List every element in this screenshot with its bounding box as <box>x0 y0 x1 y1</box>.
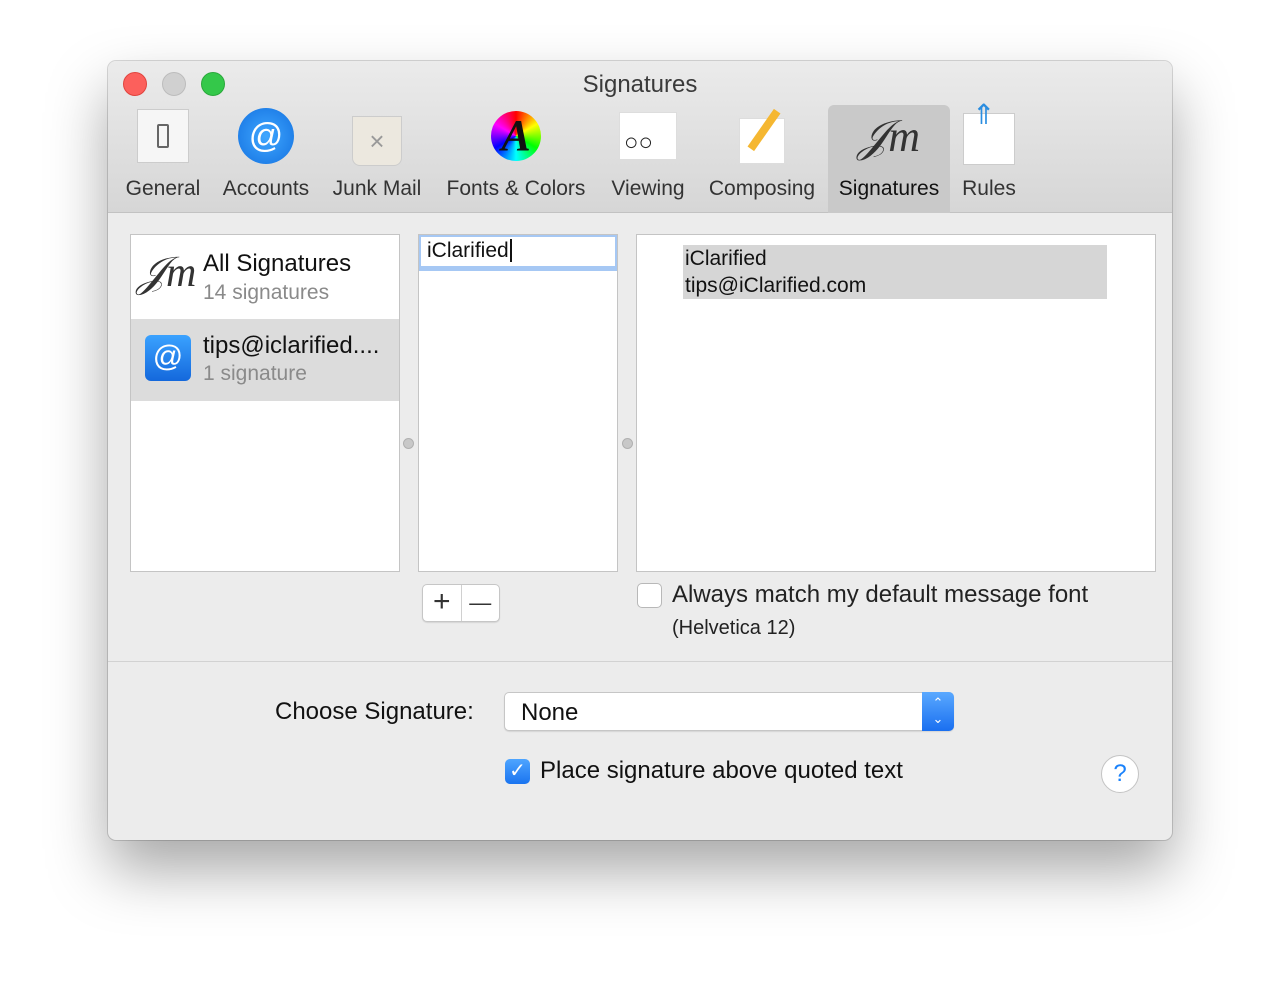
list-item-all-signatures[interactable]: 𝒥m All Signatures 14 signatures <box>131 235 399 319</box>
divider <box>108 661 1172 662</box>
signature-line: iClarified <box>685 247 767 270</box>
tab-accounts[interactable]: @ Accounts <box>216 105 316 213</box>
pencil-icon <box>739 108 785 164</box>
rules-icon: ⇑ <box>963 99 1015 165</box>
glasses-icon: ○○ <box>619 112 677 160</box>
item-title: tips@iclarified.... <box>203 332 380 359</box>
signature-name-input[interactable]: iClarified <box>419 235 617 271</box>
tab-signatures[interactable]: 𝒥m Signatures <box>828 105 950 213</box>
signature-icon: 𝒥m <box>137 250 197 296</box>
at-icon: @ <box>238 108 294 164</box>
help-button[interactable]: ? <box>1101 755 1139 793</box>
tab-label: General <box>125 177 201 200</box>
signature-text: iClarified tips@iClarified.com <box>683 245 1107 299</box>
add-signature-button[interactable]: + <box>423 585 462 621</box>
tab-label: Composing <box>708 177 816 200</box>
tab-label: Accounts <box>222 177 310 200</box>
tab-label: Viewing <box>611 177 685 200</box>
add-remove-buttons: + — <box>422 584 500 622</box>
at-icon: @ <box>145 335 191 381</box>
split-handle[interactable] <box>403 438 414 449</box>
item-title: All Signatures <box>203 250 352 277</box>
choose-signature-select[interactable]: None ⌃ ⌄ <box>504 692 954 731</box>
tab-rules[interactable]: ⇑ Rules <box>956 99 1022 213</box>
tab-label: Fonts & Colors <box>446 177 586 200</box>
font-note: (Helvetica 12) <box>672 617 796 639</box>
window-title: Signatures <box>582 71 698 98</box>
signature-icon: 𝒥m <box>857 111 921 161</box>
match-font-checkbox[interactable] <box>637 583 662 608</box>
signature-editor[interactable]: iClarified tips@iClarified.com <box>636 234 1156 572</box>
place-above-checkbox[interactable]: ✓ <box>505 759 530 784</box>
signatures-list: iClarified <box>418 234 618 572</box>
signature-name: iClarified <box>427 239 509 262</box>
tab-label: Rules <box>962 177 1016 200</box>
tab-label: Junk Mail <box>332 177 422 200</box>
toolbar: Signatures General @ Accounts × Junk Mail … <box>108 61 1172 213</box>
switch-icon <box>137 109 189 163</box>
tab-viewing[interactable]: ○○ Viewing <box>604 105 692 213</box>
tab-label: Signatures <box>838 177 940 200</box>
tab-junk-mail[interactable]: × Junk Mail <box>328 105 426 213</box>
tab-general[interactable]: General <box>120 105 206 213</box>
place-above-label: Place signature above quoted text <box>540 757 903 784</box>
item-subtitle: 1 signature <box>203 362 307 385</box>
tab-fonts-colors[interactable]: A Fonts & Colors <box>438 105 594 213</box>
tab-composing[interactable]: Composing <box>702 105 822 213</box>
accounts-list: 𝒥m All Signatures 14 signatures @ tips@i… <box>130 234 400 572</box>
choose-signature-label: Choose Signature: <box>275 698 474 725</box>
selected-value: None <box>521 699 579 726</box>
match-font-label: Always match my default message font <box>672 581 1089 608</box>
remove-signature-button[interactable]: — <box>462 585 500 621</box>
signature-line: tips@iClarified.com <box>685 274 867 297</box>
list-item-account[interactable]: @ tips@iclarified.... 1 signature <box>131 319 399 401</box>
chevron-updown-icon: ⌃ ⌄ <box>922 692 954 731</box>
item-subtitle: 14 signatures <box>203 281 330 304</box>
split-handle[interactable] <box>622 438 633 449</box>
trash-icon: × <box>352 116 402 166</box>
preferences-window: Signatures General @ Accounts × Junk Mail … <box>108 61 1172 840</box>
font-color-icon: A <box>491 111 541 161</box>
